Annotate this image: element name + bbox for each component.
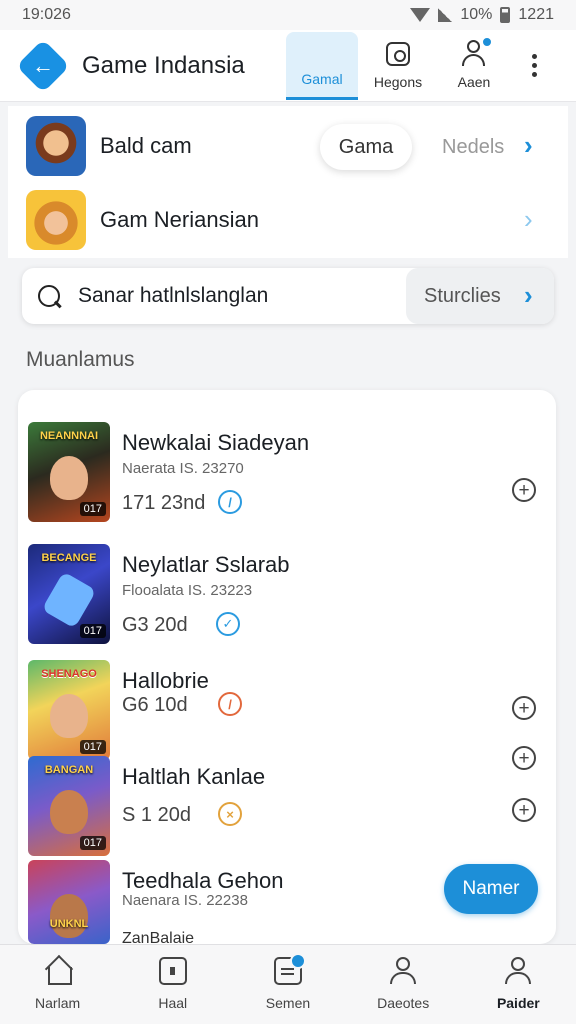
home-icon	[44, 957, 72, 985]
status-clock: 1221	[518, 6, 554, 23]
tab-label: Aaen	[457, 73, 491, 90]
nav-item-paider[interactable]: Paider	[461, 945, 576, 1024]
tab-aaen[interactable]: Aaen	[438, 32, 510, 100]
nav-label: Haal	[158, 995, 188, 1011]
nav-label: Daeotes	[377, 995, 430, 1011]
game-title: Neylatlar Sslarab	[122, 552, 290, 577]
battery-icon	[500, 7, 511, 23]
game-cover: UNKNL	[28, 860, 110, 944]
gama-pill-button[interactable]: Gama	[320, 124, 412, 170]
search-icon	[38, 285, 60, 307]
add-circle-icon[interactable]: +	[512, 798, 536, 822]
search-input[interactable]: Sanar hatlnlslanglan	[78, 284, 396, 308]
chevron-right-icon[interactable]: ›	[524, 130, 533, 161]
status-time: 19:026	[22, 6, 71, 23]
nav-label: Semen	[265, 995, 311, 1011]
tab-gamal[interactable]: Gamal	[286, 31, 358, 100]
game-title: Haltlah Kanlae	[122, 764, 266, 789]
list-item[interactable]: BECANGE 017 Neylatlar Sslarab Flooalata …	[18, 544, 556, 770]
notification-dot	[481, 35, 493, 48]
more-options-icon[interactable]	[532, 54, 537, 77]
game-title: Teedhala Gehon	[122, 868, 284, 893]
nav-item-semen[interactable]: Semen	[230, 945, 345, 1024]
featured-title-2: Gam Neriansian	[100, 207, 259, 232]
blocked-icon: /	[218, 692, 242, 716]
studies-filter-button[interactable]: Sturclies ›	[406, 268, 554, 324]
calendar-icon	[158, 957, 187, 985]
game-meta: S 1 20d	[122, 804, 191, 826]
nav-label: Paider	[496, 995, 540, 1011]
add-circle-icon[interactable]: +	[512, 478, 536, 502]
list-item[interactable]: SHENAGO 017 Hallobrie G6 10d / +	[18, 660, 556, 770]
game-cover: BECANGE 017	[28, 544, 110, 644]
game-title: Hallobrie	[122, 668, 209, 693]
game-cover: SHENAGO 017	[28, 660, 110, 760]
game-subtitle: Naenara IS. 22238	[122, 892, 248, 909]
featured-card: Bald cam Gama Nedels › Gam Neriansian ›	[8, 106, 568, 258]
tab-label: Gamal	[301, 70, 343, 87]
nav-label: Narlam	[35, 995, 81, 1011]
namer-button[interactable]: Namer	[444, 864, 538, 914]
game-title: Newkalai Siadeyan	[122, 430, 310, 455]
back-button[interactable]: ←	[16, 38, 70, 93]
status-bar: 19:026 10% 1221	[0, 0, 576, 30]
add-circle-icon[interactable]: +	[512, 696, 536, 720]
filter-label: Sturclies	[424, 284, 501, 307]
battery-percent: 10%	[460, 6, 493, 23]
app-bar: ← Game Indansia Gamal Hegons Aaen	[0, 30, 576, 102]
list-item[interactable]: NEANNNAI 017 Newkalai Siadeyan Naerata I…	[18, 422, 556, 532]
document-icon	[273, 953, 306, 985]
featured-title-1: Bald cam	[100, 133, 192, 158]
list-item-peek: ZanBalaie	[122, 930, 195, 944]
game-cover: BANGAN 017	[28, 756, 110, 856]
person-icon	[389, 957, 417, 985]
camera-bag-icon	[386, 41, 410, 66]
game-meta: G3 20d	[122, 614, 188, 636]
nav-item-narlam[interactable]: Narlam	[0, 945, 115, 1024]
check-badge-icon: ✓	[216, 612, 240, 636]
game-meta: 171 23nd	[122, 492, 206, 514]
game-subtitle: Flooalata IS. 23223	[122, 582, 253, 599]
x-circle-icon: ×	[218, 802, 242, 826]
game-list: NEANNNAI 017 Newkalai Siadeyan Naerata I…	[18, 390, 556, 944]
game-cover: NEANNNAI 017	[28, 422, 110, 522]
signal-icon	[438, 8, 453, 22]
chevron-right-icon[interactable]: ›	[524, 204, 533, 235]
game-thumbnail	[26, 116, 86, 176]
list-item[interactable]: BANGAN 017 Haltlah Kanlae S 1 20d × +	[18, 756, 556, 866]
game-subtitle: Naerata IS. 23270	[122, 460, 244, 477]
game-thumbnail	[26, 190, 86, 250]
featured-row-1[interactable]: Bald cam Gama Nedels ›	[8, 110, 568, 182]
nedels-link[interactable]: Nedels	[442, 136, 504, 159]
nav-item-daeotes[interactable]: Daeotes	[346, 945, 461, 1024]
wifi-icon	[410, 8, 431, 22]
user-icon	[461, 35, 493, 66]
chevron-right-icon: ›	[524, 280, 533, 310]
search-bar[interactable]: Sanar hatlnlslanglan Sturclies ›	[22, 268, 554, 324]
game-meta: G6 10d	[122, 694, 188, 716]
tab-label: Hegons	[373, 73, 423, 90]
tab-hegons[interactable]: Hegons	[362, 32, 434, 100]
arrow-left-icon: ←	[32, 52, 54, 78]
featured-row-2[interactable]: Gam Neriansian ›	[8, 184, 568, 256]
bottom-nav: Narlam Haal Semen Daeotes Paider	[0, 944, 576, 1024]
nav-item-haal[interactable]: Haal	[115, 945, 230, 1024]
profile-icon	[504, 957, 532, 985]
section-heading: Muanlamus	[26, 348, 135, 371]
app-title: Game Indansia	[82, 51, 245, 79]
slash-check-icon: /	[218, 490, 242, 514]
